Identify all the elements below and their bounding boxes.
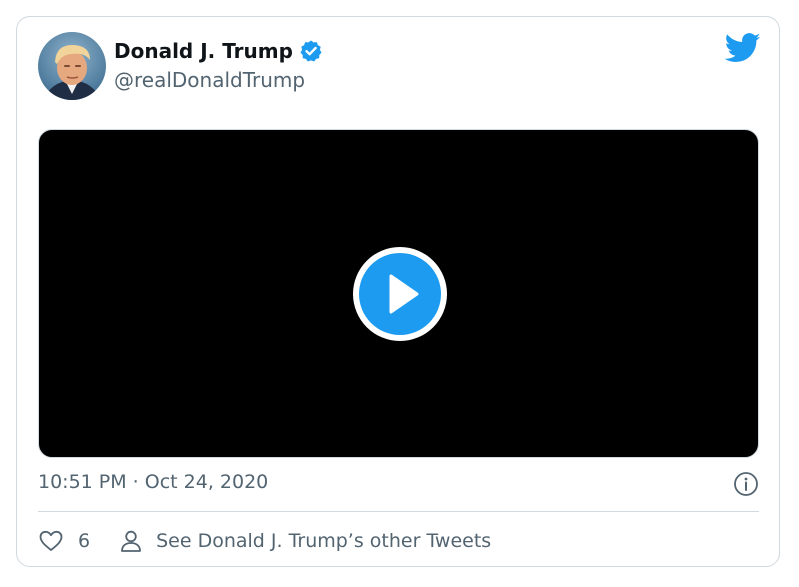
author-handle[interactable]: @realDonaldTrump [114,68,305,92]
author-name-row[interactable]: Donald J. Trump [114,39,323,63]
avatar[interactable] [38,32,106,100]
heart-icon[interactable] [38,528,64,554]
tweet-card: Donald J. Trump @realDonaldTrump 10:51 P… [16,16,780,567]
play-icon[interactable] [359,253,441,335]
like-count[interactable]: 6 [78,530,90,552]
author-name[interactable]: Donald J. Trump [114,39,293,63]
divider [38,511,759,512]
tweet-timestamp[interactable]: 10:51 PM · Oct 24, 2020 [38,471,268,493]
info-icon[interactable] [733,471,759,497]
verified-badge-icon [299,39,323,63]
other-tweets-link[interactable]: See Donald J. Trump’s other Tweets [118,528,491,554]
other-tweets-label[interactable]: See Donald J. Trump’s other Tweets [156,530,491,552]
play-button[interactable] [353,247,447,341]
tweet-actions: 6 See Donald J. Trump’s other Tweets [38,526,491,556]
twitter-bird-icon[interactable] [724,33,761,63]
person-icon [121,530,141,552]
video-player[interactable] [38,129,759,458]
